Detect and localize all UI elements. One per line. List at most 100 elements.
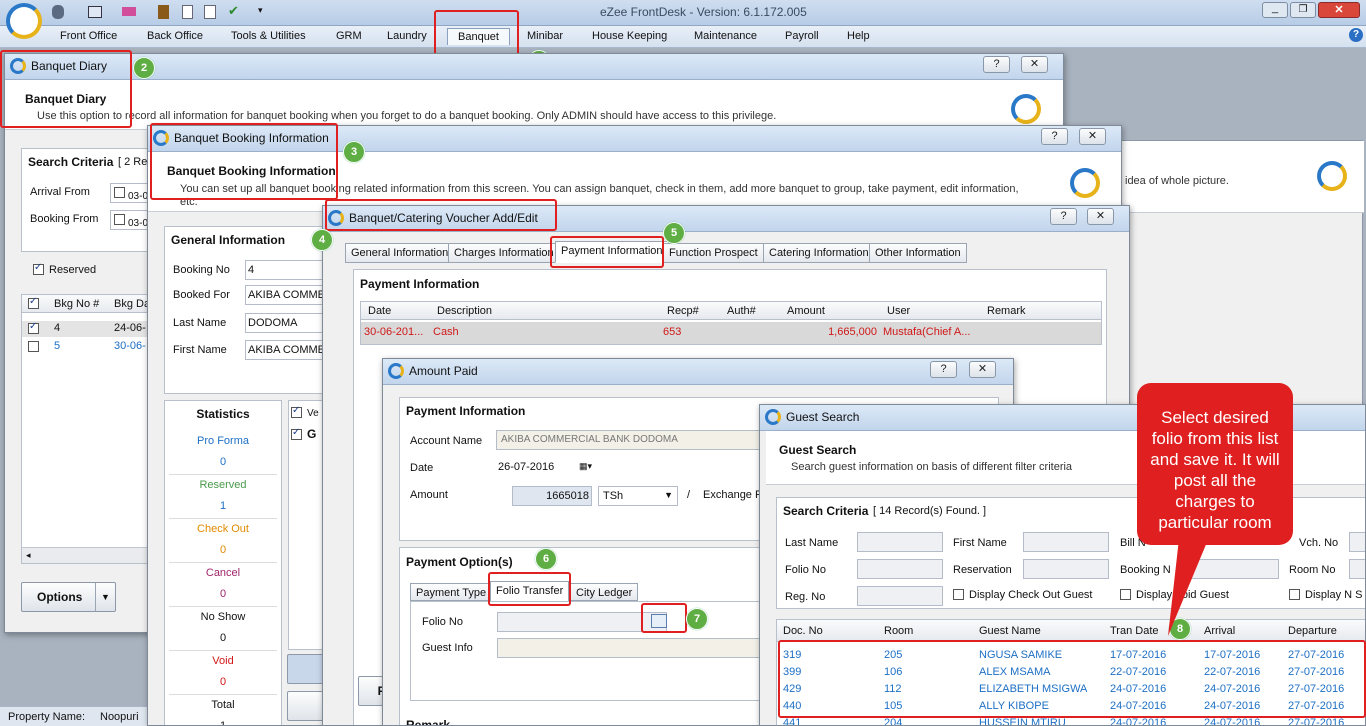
diary-grid-hscroll[interactable]: ◂ (22, 547, 157, 563)
gs-checkout-checkbox[interactable] (953, 589, 964, 600)
table-row[interactable]: 30-06-201... Cash 653 1,665,000 Mustafa(… (361, 322, 1101, 344)
menu-maintenance[interactable]: Maintenance (694, 30, 757, 42)
currency-dropdown-icon[interactable]: ▼ (664, 490, 673, 500)
row-checkbox[interactable] (28, 321, 39, 334)
gs-reg-field[interactable] (857, 586, 943, 606)
voucher-help-button[interactable]: ? (1050, 208, 1077, 225)
booking-no-field[interactable]: 4 (245, 260, 325, 280)
option-1-checkbox[interactable] (291, 405, 302, 418)
scroll-left-icon[interactable]: ◂ (26, 550, 31, 561)
select-all-checkbox[interactable] (28, 296, 39, 309)
col-recp: Recp# (667, 305, 699, 317)
tab-charges-information[interactable]: Charges Information (448, 243, 560, 263)
amount-field[interactable]: 1665018 (512, 486, 592, 506)
row-arrival: 24-07-2016 (1204, 717, 1261, 726)
row-name: HUSSEIN MTIRU (979, 717, 1066, 726)
diary-help-button[interactable]: ? (983, 56, 1010, 73)
guest-search-title: Guest Search (786, 410, 860, 424)
folio-no-label: Folio No (422, 616, 463, 628)
amount-help-button[interactable]: ? (930, 361, 957, 378)
booking-close-button[interactable]: ✕ (1079, 128, 1106, 145)
arrival-check[interactable] (114, 187, 125, 198)
dropdown-icon[interactable]: ▾ (258, 5, 263, 16)
menu-front-office[interactable]: Front Office (60, 30, 117, 42)
menu-tools-utilities[interactable]: Tools & Utilities (231, 30, 306, 42)
gs-vch-field[interactable] (1349, 532, 1365, 552)
stat-total-label: Total (211, 699, 235, 711)
option-1[interactable]: Ve (291, 405, 319, 419)
tab-payment-type[interactable]: Payment Type (410, 583, 493, 601)
menu-house-keeping[interactable]: House Keeping (592, 30, 667, 42)
table-row[interactable]: 4 24-06- (22, 321, 157, 337)
last-name-field[interactable]: DODOMA (245, 313, 325, 333)
menu-grm[interactable]: GRM (336, 30, 362, 42)
tab-other-information[interactable]: Other Information (869, 243, 967, 263)
gs-disp-checkbox[interactable] (1289, 589, 1300, 600)
gs-disp-option[interactable]: Display N S (1289, 589, 1362, 601)
gs-last-name-field[interactable] (857, 532, 943, 552)
diary-search-panel: Search Criteria [ 2 Re Arrival From 03-0… (21, 148, 156, 252)
screen-icon[interactable] (88, 6, 102, 18)
help-icon[interactable]: ? (1349, 28, 1363, 42)
tab-function-prospect[interactable]: Function Prospect (663, 243, 764, 263)
gs-folio-field[interactable] (857, 559, 943, 579)
gs-void-checkbox[interactable] (1120, 589, 1131, 600)
app-logo[interactable] (6, 3, 42, 39)
page-icon[interactable] (182, 5, 193, 19)
reserved-filter[interactable]: Reserved (33, 262, 97, 276)
table-row[interactable]: 5 30-06- (22, 339, 157, 355)
minimize-button[interactable]: _ (1262, 2, 1288, 18)
row-checkbox[interactable] (28, 341, 39, 352)
tab-catering-information[interactable]: Catering Information (763, 243, 875, 263)
reserved-label: Reserved (49, 264, 97, 276)
stat-void-value: 0 (219, 676, 227, 688)
booking-side-button-1[interactable] (287, 654, 327, 684)
restore-button[interactable]: ❐ (1290, 2, 1316, 18)
booking-check[interactable] (114, 214, 125, 225)
option-2-checkbox[interactable] (291, 427, 302, 440)
diary-close-button[interactable]: ✕ (1021, 56, 1048, 73)
close-app-button[interactable]: ✕ (1318, 2, 1360, 18)
gs-room-field[interactable] (1349, 559, 1365, 579)
amount-close-button[interactable]: ✕ (969, 361, 996, 378)
guest-info-field (497, 638, 787, 658)
spellcheck-icon[interactable] (204, 5, 216, 19)
booked-for-field[interactable]: AKIBA COMMER (245, 285, 325, 305)
menu-back-office[interactable]: Back Office (147, 30, 203, 42)
calendar-dropdown-icon[interactable]: ▦▾ (579, 461, 592, 472)
check-icon[interactable]: ✔ (228, 4, 242, 19)
menu-payroll[interactable]: Payroll (785, 30, 819, 42)
row-doc: 441 (783, 717, 802, 726)
booking-help-button[interactable]: ? (1041, 128, 1068, 145)
gs-first-name-field[interactable] (1023, 532, 1109, 552)
gs-disp-label: Display N S (1305, 589, 1363, 601)
first-name-value: AKIBA COMMER (248, 344, 325, 356)
app-titlebar: ✔ ▾ eZee FrontDesk - Version: 6.1.172.00… (0, 0, 1366, 39)
background-header: idea of whole picture. (1121, 141, 1364, 213)
currency-select[interactable]: TSh ▼ (598, 486, 678, 506)
voucher-close-button[interactable]: ✕ (1087, 208, 1114, 225)
first-name-field[interactable]: AKIBA COMMER (245, 340, 325, 360)
menu-help[interactable]: Help (847, 30, 870, 42)
booking-side-button-2[interactable] (287, 691, 327, 721)
tab-city-ledger[interactable]: City Ledger (570, 583, 639, 601)
book-icon[interactable] (158, 5, 169, 19)
option-2[interactable]: G (291, 427, 316, 441)
tab-general-information[interactable]: General Information (345, 243, 455, 263)
reserved-checkbox[interactable] (33, 262, 44, 275)
menu-laundry[interactable]: Laundry (387, 30, 427, 42)
stat-pro-forma-value: 0 (219, 456, 227, 468)
gs-reservation-field[interactable] (1023, 559, 1109, 579)
options-button[interactable]: Options ▼ (21, 582, 116, 612)
booking-no-label: Booking No (173, 264, 230, 276)
menu-minibar[interactable]: Minibar (527, 30, 563, 42)
option-2-label: G (307, 427, 317, 441)
gs-checkout-option[interactable]: Display Check Out Guest (953, 589, 1093, 601)
database-icon[interactable] (52, 5, 64, 19)
options-dropdown-icon[interactable]: ▼ (95, 583, 115, 611)
date-field[interactable]: 26-07-2016 ▦▾ (496, 458, 592, 478)
account-name-value: AKIBA COMMERCIAL BANK DODOMA (501, 434, 678, 445)
guest-search-count: [ 14 Record(s) Found. ] (873, 505, 987, 517)
booked-for-value: AKIBA COMMER (248, 289, 325, 301)
eraser-icon[interactable] (122, 7, 136, 16)
